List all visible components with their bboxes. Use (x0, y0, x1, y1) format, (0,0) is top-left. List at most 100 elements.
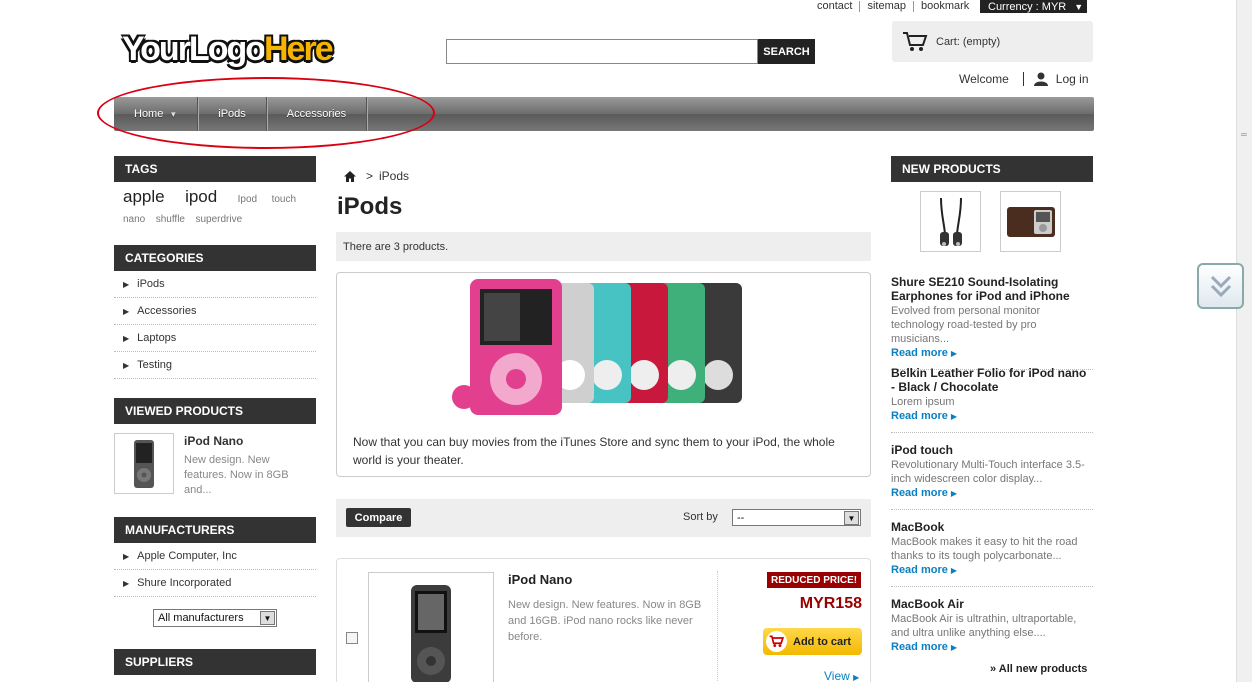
read-more-link[interactable]: Read more ▶ (891, 564, 1093, 586)
cart-icon (766, 631, 787, 652)
divider (1022, 72, 1024, 86)
new-product-item: MacBook MacBook makes it easy to hit the… (891, 520, 1093, 587)
category-label: Laptops (137, 332, 177, 344)
tags-block-title: TAGS (114, 156, 316, 182)
category-item-laptops[interactable]: ▶ Laptops (114, 325, 316, 352)
tag-cloud: apple ipod Ipod touch nano shuffle super… (123, 187, 313, 227)
viewed-product-desc: New design. New features. Now in 8GB and… (184, 454, 289, 496)
read-more-link[interactable]: Read more ▶ (891, 487, 1093, 509)
read-more-label: Read more (891, 487, 948, 499)
chevron-right-icon: ▶ (950, 566, 958, 575)
search-button[interactable]: SEARCH (758, 39, 815, 64)
category-label: iPods (137, 278, 165, 290)
add-to-cart-button[interactable]: Add to cart (763, 628, 862, 655)
top-links: contact sitemap bookmark (810, 0, 976, 13)
manufacturers-select[interactable]: All manufacturers ▼ (153, 609, 277, 627)
view-label: View (824, 669, 850, 682)
new-product-title[interactable]: iPod touch (891, 443, 1093, 457)
cart-summary[interactable]: Cart: (empty) (892, 21, 1093, 62)
folio-case-image (1006, 206, 1055, 237)
read-more-label: Read more (891, 347, 948, 359)
read-more-link[interactable]: Read more ▶ (891, 410, 1093, 432)
new-product-title[interactable]: MacBook Air (891, 597, 1093, 611)
compare-checkbox[interactable] (346, 632, 358, 644)
manufacturers-block-title: MANUFACTURERS (114, 517, 316, 543)
contact-link[interactable]: contact (810, 1, 861, 12)
product-image[interactable] (368, 572, 494, 682)
sitemap-link[interactable]: sitemap (860, 1, 914, 12)
new-product-desc: Revolutionary Multi-Touch interface 3.5-… (891, 459, 1085, 485)
page-scrollbar[interactable]: ═ (1236, 0, 1252, 682)
new-product-item: Shure SE210 Sound-Isolating Earphones fo… (891, 275, 1093, 370)
tag-link[interactable]: superdrive (195, 214, 242, 225)
new-product-desc: Evolved from personal monitor technology… (891, 305, 1041, 345)
caret-right-icon: ▶ (123, 333, 130, 343)
manufacturer-item[interactable]: ▶ Shure Incorporated (114, 570, 316, 597)
product-price: MYR158 (799, 595, 862, 612)
read-more-label: Read more (891, 564, 948, 576)
new-product-desc: MacBook makes it easy to hit the road th… (891, 536, 1078, 562)
viewed-product-image[interactable] (114, 433, 174, 494)
category-item-testing[interactable]: ▶ Testing (114, 352, 316, 379)
new-products-block-title: NEW PRODUCTS (891, 156, 1093, 182)
new-product-item: MacBook Air MacBook Air is ultrathin, ul… (891, 597, 1093, 663)
read-more-link[interactable]: Read more ▶ (891, 641, 1093, 663)
product-description: New design. New features. Now in 8GB and… (508, 599, 702, 643)
currency-label: Currency : MYR (988, 0, 1067, 13)
logo[interactable]: YourLogoHere (122, 30, 334, 69)
new-product-title[interactable]: Belkin Leather Folio for iPod nano - Bla… (891, 366, 1093, 394)
new-product-title[interactable]: MacBook (891, 520, 1093, 534)
scroll-down-button[interactable] (1197, 263, 1244, 309)
divider (717, 571, 718, 682)
product-name[interactable]: iPod Nano (508, 572, 572, 587)
manufacturer-item[interactable]: ▶ Apple Computer, Inc (114, 543, 316, 570)
search-input[interactable] (446, 39, 758, 64)
new-product-item: Belkin Leather Folio for iPod nano - Bla… (891, 366, 1093, 433)
tag-link[interactable]: Ipod (238, 194, 257, 205)
category-description: Now that you can buy movies from the iTu… (336, 272, 871, 477)
welcome-text: Welcome (959, 72, 1009, 86)
new-product-desc: MacBook Air is ultrathin, ultraportable,… (891, 613, 1077, 639)
categories-block-title: CATEGORIES (114, 245, 316, 271)
cart-label: Cart: (empty) (936, 35, 1001, 48)
chevron-down-icon: ▼ (844, 511, 859, 525)
category-item-ipods[interactable]: ▶ iPods (114, 271, 316, 298)
tag-link[interactable]: apple (123, 187, 165, 206)
sort-bar: Compare Sort by -- ▼ (336, 499, 871, 537)
read-more-label: Read more (891, 410, 948, 422)
reduced-price-badge: REDUCED PRICE! (767, 572, 862, 588)
tag-link[interactable]: shuffle (156, 214, 185, 225)
viewed-products-block-title: VIEWED PRODUCTS (114, 398, 316, 424)
sort-select[interactable]: -- ▼ (732, 509, 861, 526)
view-link[interactable]: View ▶ (824, 669, 859, 682)
home-icon[interactable] (344, 170, 356, 182)
scroll-thumb-icon: ═ (1241, 130, 1247, 139)
tag-link[interactable]: nano (123, 214, 145, 225)
select-value: All manufacturers (158, 612, 244, 624)
tag-link[interactable]: ipod (185, 187, 217, 206)
new-product-desc: Lorem ipsum (891, 396, 955, 408)
earphones-image (939, 197, 962, 246)
new-product-thumb[interactable] (1000, 191, 1061, 252)
ipod-nano-image (411, 585, 451, 682)
new-product-thumb[interactable] (920, 191, 981, 252)
chevron-down-icon: ▼ (260, 611, 275, 625)
login-link[interactable]: Log in (1056, 72, 1089, 86)
chevron-right-icon: ▶ (950, 349, 958, 358)
category-banner-image (452, 279, 742, 415)
logo-text-accent: Here (264, 30, 334, 68)
viewed-product-name[interactable]: iPod Nano (184, 434, 243, 448)
welcome-bar: Welcome Log in (959, 72, 1089, 86)
category-description-text: Now that you can buy movies from the iTu… (353, 435, 835, 467)
new-product-title[interactable]: Shure SE210 Sound-Isolating Earphones fo… (891, 275, 1093, 303)
caret-right-icon: ▶ (123, 279, 130, 289)
compare-button[interactable]: Compare (346, 508, 411, 527)
breadcrumb: > iPods (344, 169, 409, 183)
category-item-accessories[interactable]: ▶ Accessories (114, 298, 316, 325)
caret-right-icon: ▶ (123, 360, 130, 370)
tag-link[interactable]: touch (272, 194, 296, 205)
all-new-products-link[interactable]: » All new products (990, 663, 1087, 675)
bookmark-link[interactable]: bookmark (914, 1, 976, 12)
currency-selector[interactable]: Currency : MYR ▼ (980, 0, 1087, 13)
breadcrumb-current: iPods (379, 169, 410, 183)
